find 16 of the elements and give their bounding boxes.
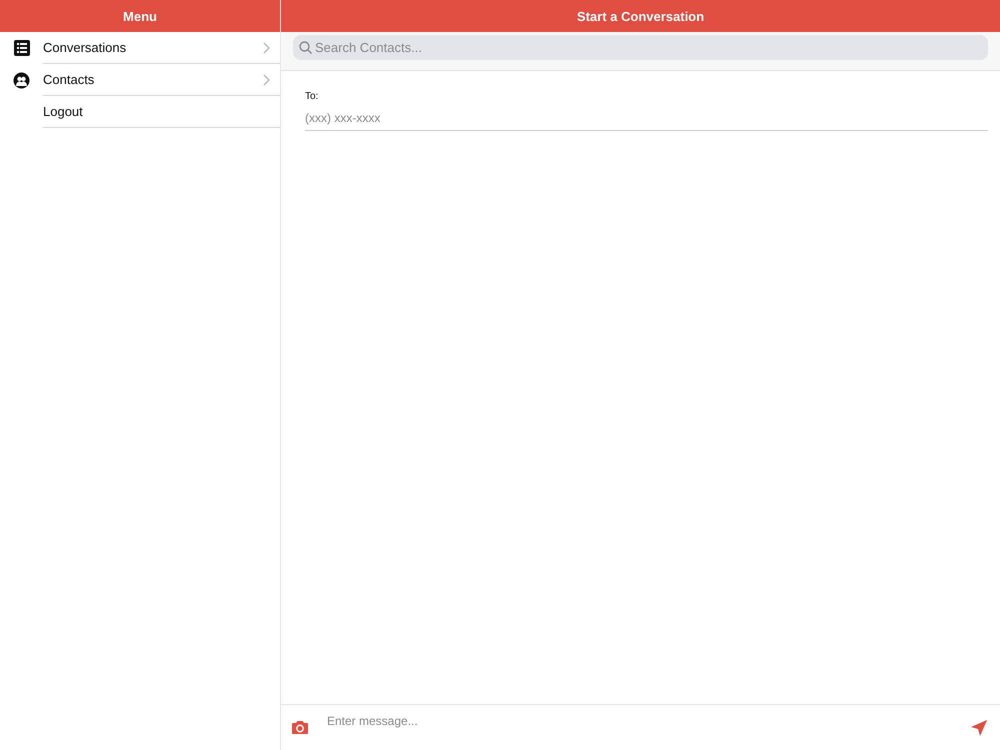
list-icon: [14, 40, 30, 56]
menu-title: Menu: [123, 8, 157, 24]
send-icon[interactable]: [970, 718, 988, 736]
people-icon: [13, 72, 30, 88]
chevron-icon: [263, 74, 270, 86]
menu-item[interactable]: Contacts: [0, 64, 280, 96]
menu-item[interactable]: Conversations: [0, 32, 280, 64]
menu-item-label: Logout: [43, 104, 83, 119]
camera-icon[interactable]: [291, 720, 309, 735]
to-label: To:: [305, 91, 320, 102]
search-field[interactable]: Search Contacts...: [293, 35, 988, 60]
menu-item[interactable]: Logout: [0, 96, 280, 128]
menu-item-label: Conversations: [43, 40, 126, 55]
menu-item-label: Contacts: [43, 72, 94, 87]
page-title: Start a Conversation: [576, 8, 704, 24]
chevron-icon: [263, 42, 270, 54]
